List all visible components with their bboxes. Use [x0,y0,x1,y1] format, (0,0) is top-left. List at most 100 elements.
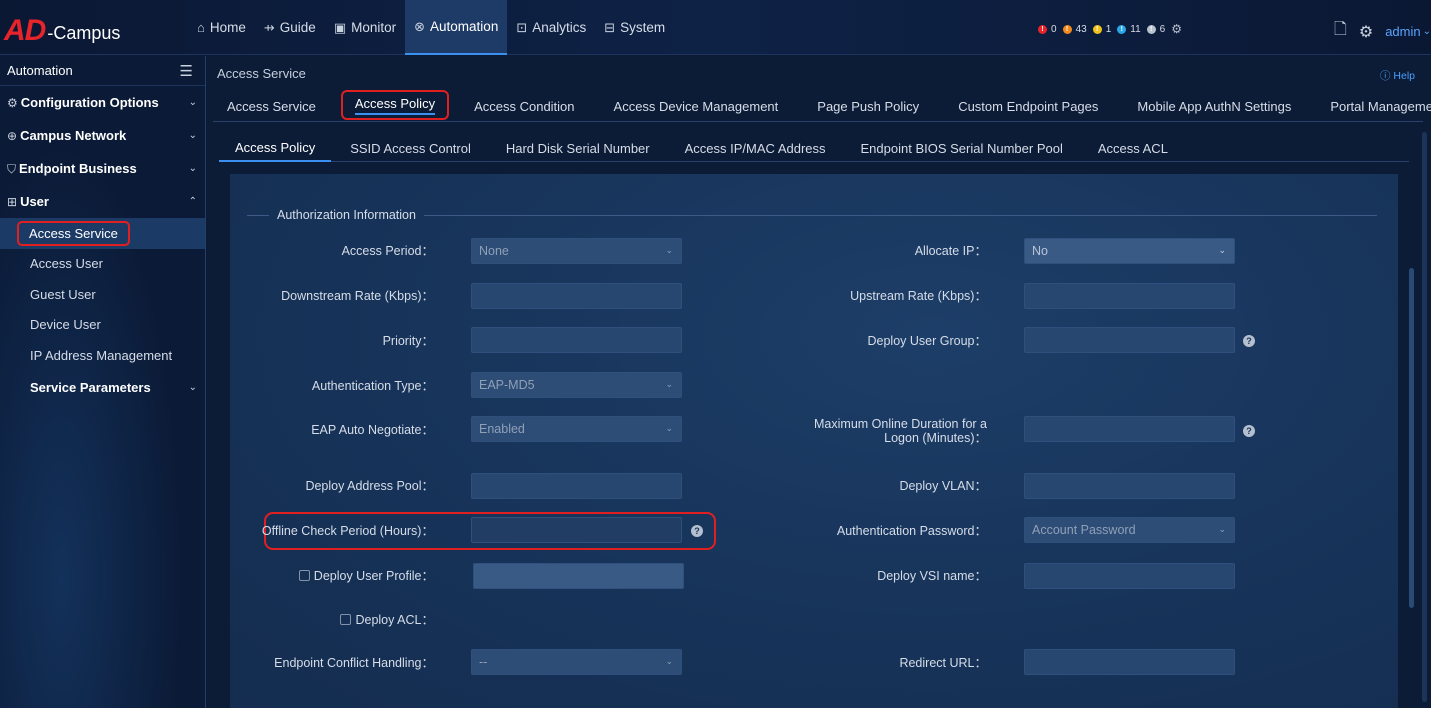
subtab-access-acl[interactable]: Access ACL [1082,134,1184,162]
menu-collapse-icon[interactable]: ☰ [180,62,193,80]
alarm-minor[interactable]: ! 1 [1092,24,1111,35]
nav-guide[interactable]: ⇸ Guide [255,0,325,55]
alarm-settings-icon[interactable]: ⚙ [1171,22,1182,36]
logo-ad: AD [4,14,46,47]
tab-label: Access Policy [354,96,436,115]
eap-auto-negotiate-select[interactable]: Enabled ⌄ [471,416,682,442]
chevron-down-icon: ⌄ [188,163,197,174]
authentication-type-select[interactable]: EAP-MD5 ⌄ [471,372,682,398]
sidebar-item-label: Service Parameters [30,380,151,395]
alarm-critical[interactable]: ! 0 [1038,24,1057,35]
alarm-minor-icon: ! [1092,24,1102,34]
tab-access-condition[interactable]: Access Condition [460,90,588,122]
redirect-url-input[interactable] [1024,649,1235,675]
access-period-select[interactable]: None ⌄ [471,238,682,264]
endpoint-conflict-handling-select[interactable]: -- ⌄ [471,649,682,675]
max-online-duration-input[interactable] [1024,416,1235,442]
upstream-rate-input[interactable] [1024,283,1235,309]
sidebar-item-access-service[interactable]: Access Service [0,218,205,249]
allocate-ip-value: No [1032,244,1048,258]
sidebar-item-ip-address-management[interactable]: IP Address Management [0,340,205,371]
subtab-access-policy[interactable]: Access Policy [219,134,332,162]
nav-analytics[interactable]: ⊡ Analytics [507,0,595,55]
deploy-address-pool-label: Deploy Address Pool： [305,479,434,493]
help-link[interactable]: ⓘ Help [1380,68,1415,83]
secondary-tabs: Access Policy SSID Access Control Hard D… [219,134,1409,162]
nav-system[interactable]: ⊟ System [595,0,674,55]
deploy-vlan-input[interactable] [1024,473,1235,499]
chevron-down-icon[interactable]: ⌄ [1423,26,1431,37]
sidebar-item-device-user[interactable]: Device User [0,310,205,341]
redirect-url-label: Redirect URL： [899,656,987,670]
upstream-rate-label: Upstream Rate (Kbps)： [850,289,987,303]
tab-custom-endpoint-pages[interactable]: Custom Endpoint Pages [944,90,1112,122]
chevron-up-icon: ⌃ [188,196,197,207]
sidebar-item-service-parameters[interactable]: Service Parameters ⌄ [0,371,205,405]
authentication-password-select[interactable]: Account Password ⌄ [1024,517,1235,543]
alarm-major-icon: ! [1062,24,1072,34]
tab-access-policy[interactable]: Access Policy [340,90,450,120]
authentication-password-value: Account Password [1032,523,1136,537]
chevron-down-icon: ⌄ [188,130,197,141]
priority-input[interactable] [471,327,682,353]
deploy-user-group-input[interactable] [1024,327,1235,353]
sidebar-group-campus-network[interactable]: ⊕ Campus Network ⌄ [0,119,205,152]
tab-label: Portal Management [1330,98,1431,114]
divider [423,214,1377,216]
top-header: AD -Campus ⌂ Home ⇸ Guide ▣ Monitor ⊗ Au… [0,0,1431,55]
document-icon[interactable]: 🗋 [1334,18,1347,45]
alarm-major[interactable]: ! 43 [1062,24,1087,35]
nav-home[interactable]: ⌂ Home [188,0,255,55]
nav-automation-label: Automation [430,19,499,34]
allocate-ip-select[interactable]: No ⌄ [1024,238,1235,264]
deploy-user-profile-label[interactable]: Deploy User Profile： [230,569,434,583]
deploy-user-profile-checkbox[interactable] [298,570,310,581]
tab-mobile-app-authn-settings[interactable]: Mobile App AuthN Settings [1123,90,1305,122]
subtab-label: SSID Access Control [350,140,471,156]
gear-icon[interactable]: ⚙ [1359,22,1373,42]
sidebar-group-label: User [20,194,49,209]
nav-automation[interactable]: ⊗ Automation [405,0,508,55]
sidebar-title: Automation [7,63,73,78]
alarm-info[interactable]: ! 6 [1146,24,1165,35]
subtab-ssid-access-control[interactable]: SSID Access Control [334,134,487,162]
tab-access-service[interactable]: Access Service [213,90,330,122]
deploy-address-pool-input[interactable] [471,473,682,499]
tab-access-device-management[interactable]: Access Device Management [600,90,793,122]
endpoint-conflict-handling-value: -- [479,655,488,669]
alarm-summary[interactable]: ! 0 ! 43 ! 1 ! 11 ! 6 ⚙ [1038,22,1182,36]
sidebar-group-configuration-options[interactable]: ⚙ Configuration Options ⌄ [0,86,205,119]
sidebar-item-access-user[interactable]: Access User [0,249,205,280]
deploy-user-profile-input[interactable] [473,563,684,589]
user-menu[interactable]: admin [1385,24,1420,39]
sidebar-group-user[interactable]: ⊞ User ⌃ [0,185,205,218]
sidebar-item-guest-user[interactable]: Guest User [0,279,205,310]
sidebar-group-endpoint-business[interactable]: ⛉ Endpoint Business ⌄ [0,152,205,185]
nav-monitor-label: Monitor [351,20,397,35]
tab-page-push-policy[interactable]: Page Push Policy [803,90,933,122]
page-scrollbar[interactable] [1422,132,1427,702]
tab-label: Custom Endpoint Pages [958,98,1099,114]
alarm-warning[interactable]: ! 11 [1117,24,1141,35]
sidebar-item-label: Access Service [17,220,130,246]
downstream-rate-input[interactable] [471,283,682,309]
offline-check-period-input[interactable] [471,517,682,543]
chevron-down-icon: ⌄ [1218,524,1226,534]
logo-campus: -Campus [47,23,121,43]
panel-scrollbar[interactable] [1409,268,1414,608]
deploy-acl-label[interactable]: Deploy ACL： [230,613,434,627]
deploy-vsi-name-input[interactable] [1024,563,1235,589]
chevron-down-icon: ⌄ [188,382,197,393]
nav-monitor[interactable]: ▣ Monitor [325,0,405,55]
help-label: Help [1393,70,1415,82]
help-question-icon[interactable]: ? [1243,425,1255,437]
primary-tabs: Access Service Access Policy Access Cond… [213,90,1431,122]
help-question-icon[interactable]: ? [691,525,703,537]
subtab-hard-disk-serial-number[interactable]: Hard Disk Serial Number [490,134,666,162]
subtab-endpoint-bios-serial-number-pool[interactable]: Endpoint BIOS Serial Number Pool [845,134,1079,162]
subtab-access-ip-mac-address[interactable]: Access IP/MAC Address [669,134,842,162]
tab-portal-management[interactable]: Portal Management [1316,90,1431,122]
access-period-value: None [479,244,509,258]
deploy-acl-checkbox[interactable] [340,614,352,625]
help-question-icon[interactable]: ? [1243,335,1255,347]
